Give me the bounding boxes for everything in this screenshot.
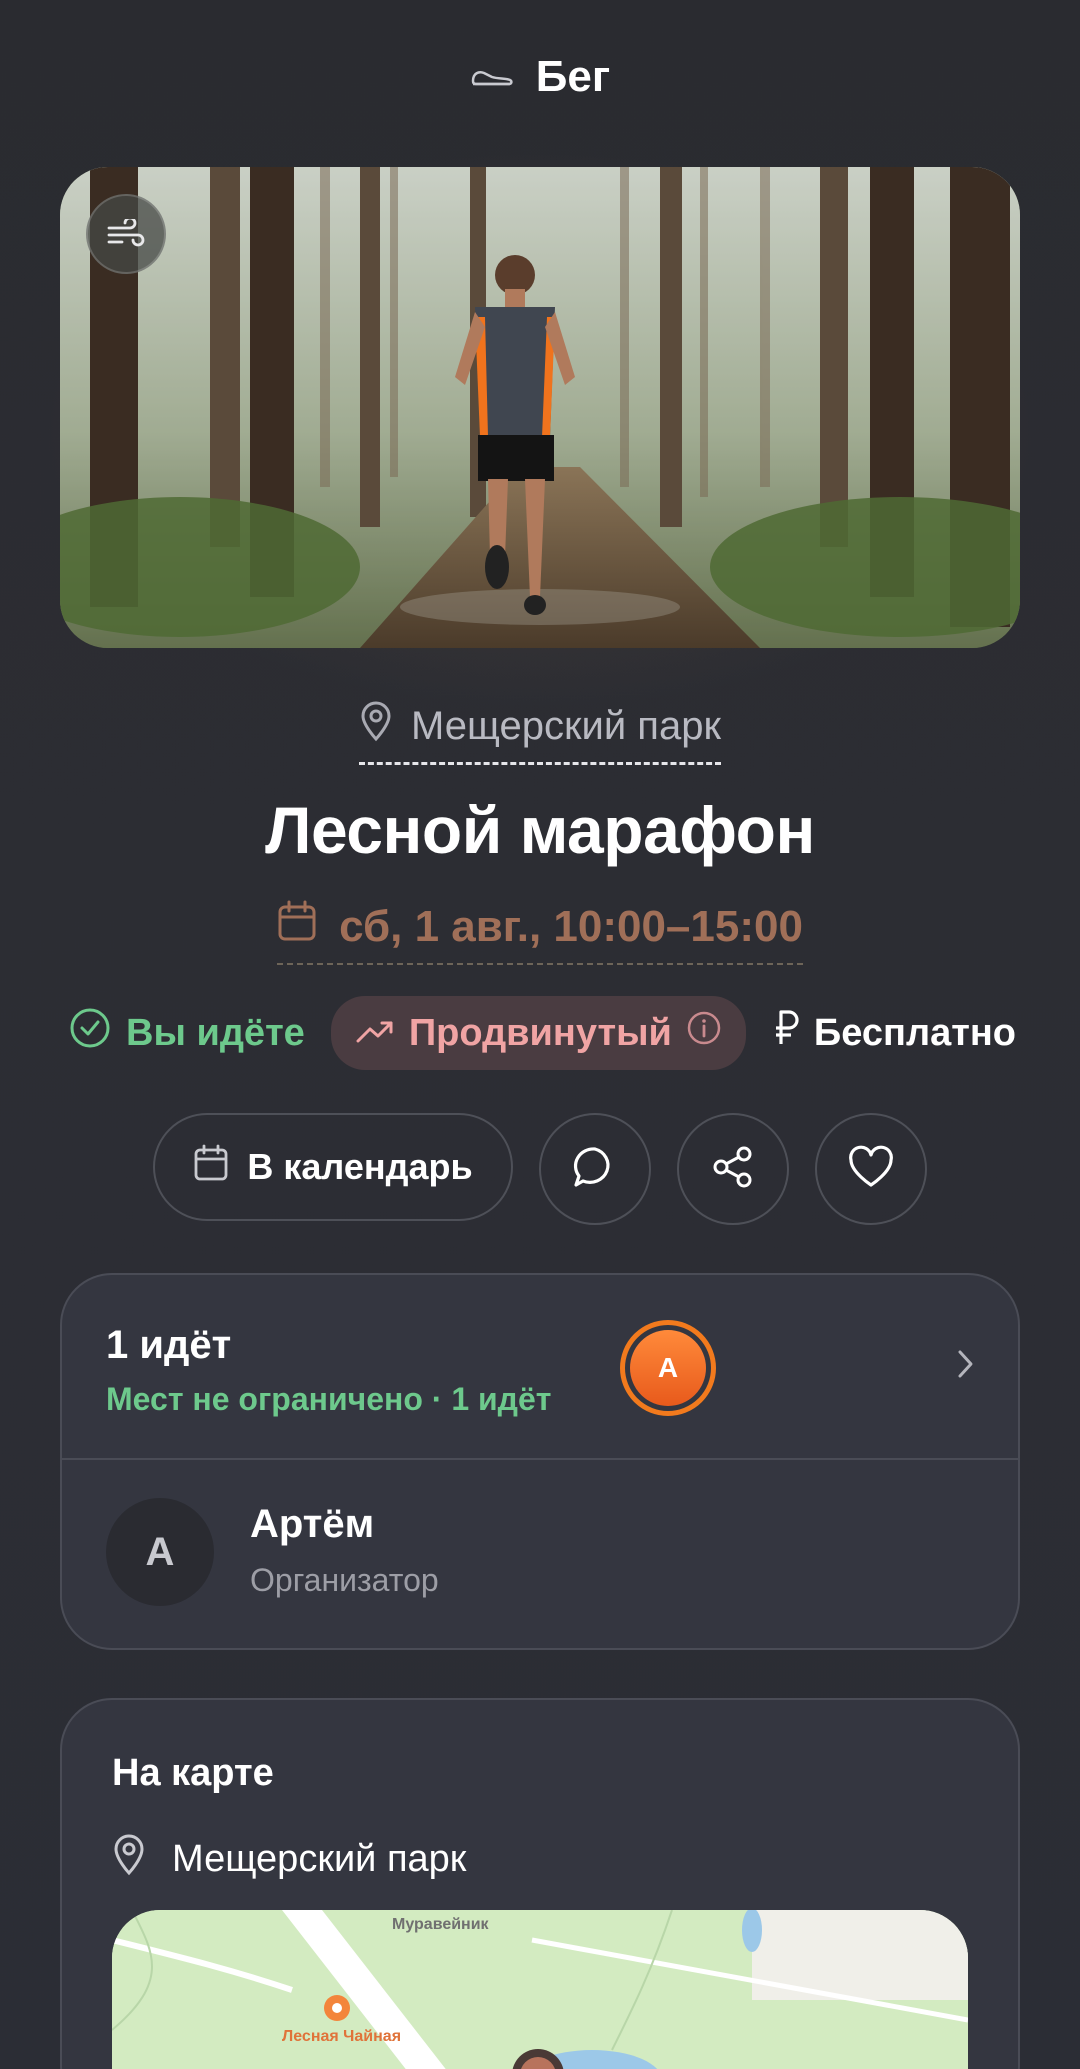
map-card: На карте Мещерский парк Муравейник Лесна… — [60, 1698, 1020, 2069]
add-to-calendar-label: В календарь — [247, 1146, 473, 1187]
map-pin-icon — [359, 700, 393, 752]
map-place-name: Мещерский парк — [172, 1837, 467, 1880]
location-line: Мещерский парк — [0, 700, 1080, 765]
page-title: Бег — [535, 52, 611, 101]
calendar-icon — [277, 900, 317, 953]
going-status[interactable]: Вы идёте — [68, 1006, 305, 1060]
chat-bubble-icon — [571, 1143, 619, 1196]
event-chips: Вы идёте Продвинутый Бесплатно — [68, 996, 1016, 1070]
avatar-letter: А — [630, 1330, 706, 1406]
map-pin-icon — [112, 1832, 146, 1886]
chevron-right-icon — [956, 1347, 976, 1386]
organizer-name: Артём — [250, 1502, 375, 1546]
event-date: сб, 1 авг., 10:00–15:00 — [339, 901, 803, 951]
participants-card: 1 идёт Мест не ограничено · 1 идёт А А А… — [60, 1273, 1020, 1650]
event-title: Лесной марафон — [265, 793, 815, 867]
avatar: А — [620, 1320, 716, 1416]
map-label-tea: Лесная Чайная — [282, 2028, 402, 2045]
map-title: На карте — [112, 1752, 274, 1794]
check-circle-icon — [68, 1006, 112, 1060]
organizer-row[interactable]: А Артём Организатор — [62, 1460, 1018, 1648]
add-to-calendar-button[interactable]: В календарь — [153, 1113, 513, 1221]
location-name: Мещерский парк — [411, 703, 721, 748]
organizer-avatar: А — [106, 1498, 214, 1606]
action-bar: В календарь — [0, 1113, 1080, 1225]
map-view[interactable]: Муравейник Лесная Чайная — [112, 1910, 968, 2069]
sneaker-icon — [470, 63, 514, 92]
calendar-icon — [193, 1144, 229, 1191]
chat-button[interactable] — [538, 1113, 651, 1225]
map-label-anthill: Муравейник — [392, 1916, 489, 1933]
date-line: сб, 1 авг., 10:00–15:00 — [0, 900, 1080, 965]
info-icon[interactable] — [686, 1010, 722, 1056]
organizer-role: Организатор — [250, 1562, 439, 1598]
share-button[interactable] — [676, 1113, 789, 1225]
level-chip[interactable]: Продвинутый — [330, 996, 746, 1070]
participants-count: 1 идёт — [106, 1323, 232, 1367]
favorite-button[interactable] — [814, 1113, 927, 1225]
location-link[interactable]: Мещерский парк — [359, 700, 721, 765]
level-label: Продвинутый — [408, 1011, 672, 1054]
going-label: Вы идёте — [126, 1011, 305, 1054]
participants-subtitle: Мест не ограничено · 1 идёт — [106, 1381, 552, 1417]
map-place: Мещерский парк — [112, 1832, 466, 1886]
event-date-link[interactable]: сб, 1 авг., 10:00–15:00 — [277, 900, 803, 965]
share-icon — [709, 1143, 757, 1196]
header: Бег — [0, 52, 1080, 102]
heart-icon — [847, 1145, 895, 1194]
wind-icon[interactable] — [86, 194, 166, 274]
price-label: Бесплатно — [813, 1011, 1016, 1054]
participants-row[interactable]: 1 идёт Мест не ограничено · 1 идёт А — [62, 1275, 1018, 1460]
ruble-icon — [772, 1008, 800, 1058]
event-cover-image[interactable] — [60, 167, 1020, 648]
price-chip: Бесплатно — [772, 1008, 1016, 1058]
trending-up-icon — [355, 1012, 395, 1055]
